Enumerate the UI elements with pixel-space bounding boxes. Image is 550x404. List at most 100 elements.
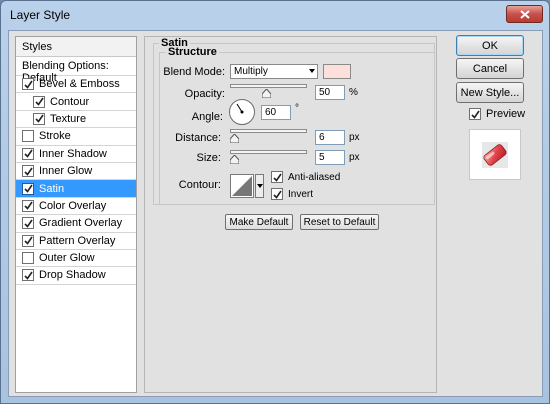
opacity-unit: %	[349, 87, 358, 98]
style-item[interactable]: Texture	[16, 111, 136, 129]
style-item-label: Drop Shadow	[39, 269, 106, 282]
size-slider[interactable]	[230, 150, 307, 154]
close-icon	[519, 9, 530, 19]
checkmark-icon	[23, 149, 33, 158]
style-item[interactable]: Outer Glow	[16, 250, 136, 268]
close-button[interactable]	[506, 5, 543, 23]
checkmark-icon	[272, 190, 282, 199]
styles-list: Styles Blending Options: Default Bevel &…	[15, 36, 137, 393]
size-input[interactable]	[315, 150, 345, 165]
satin-panel: Satin Structure Blend Mode: Multiply Opa…	[144, 36, 437, 393]
size-unit: px	[349, 152, 360, 163]
style-item[interactable]: Satin	[16, 180, 136, 198]
contour-dropdown[interactable]	[255, 174, 264, 198]
style-checkbox[interactable]	[33, 95, 45, 108]
checkmark-icon	[470, 110, 480, 119]
checkmark-icon	[23, 80, 33, 89]
anti-aliased-option[interactable]: Anti-aliased	[271, 171, 340, 183]
distance-input[interactable]	[315, 130, 345, 145]
chevron-down-icon	[257, 184, 263, 188]
style-item[interactable]: Bevel & Emboss	[16, 76, 136, 94]
angle-unit: °	[295, 103, 299, 114]
style-item[interactable]: Pattern Overlay	[16, 233, 136, 250]
style-checkbox[interactable]	[22, 165, 34, 178]
style-checkbox[interactable]	[22, 199, 34, 212]
style-checkbox[interactable]	[22, 182, 34, 195]
distance-label: Distance:	[175, 132, 221, 144]
style-checkbox[interactable]	[22, 78, 34, 91]
satin-color-swatch[interactable]	[323, 64, 351, 79]
style-item[interactable]: Gradient Overlay	[16, 215, 136, 233]
new-style-button[interactable]: New Style...	[456, 82, 524, 103]
style-item-label: Texture	[50, 112, 87, 125]
style-item[interactable]: Color Overlay	[16, 198, 136, 216]
preview-checkbox[interactable]	[469, 108, 481, 120]
styles-header[interactable]: Styles	[16, 37, 136, 57]
preview-option[interactable]: Preview	[469, 108, 525, 120]
style-item-label: Bevel & Emboss	[39, 78, 120, 91]
checkmark-icon	[23, 271, 33, 280]
blending-options-item[interactable]: Blending Options: Default	[16, 57, 136, 84]
distance-slider-thumb[interactable]	[230, 134, 239, 143]
opacity-slider-thumb[interactable]	[262, 89, 271, 98]
checkmark-icon	[272, 173, 282, 182]
blend-mode-label: Blend Mode:	[163, 66, 225, 78]
style-items: Bevel & Emboss Contour Texture Stroke Inner …	[16, 76, 136, 285]
style-item[interactable]: Stroke	[16, 128, 136, 146]
style-item-label: Pattern Overlay	[39, 234, 116, 247]
structure-group-title: Structure	[166, 46, 219, 58]
angle-input[interactable]	[261, 105, 291, 120]
angle-needle-icon	[236, 103, 244, 114]
preview-label: Preview	[486, 108, 526, 120]
size-slider-thumb[interactable]	[230, 155, 239, 164]
style-item[interactable]: Inner Glow	[16, 163, 136, 181]
window-title: Layer Style	[10, 8, 71, 22]
blend-mode-value: Multiply	[234, 66, 268, 77]
dialog-body: Styles Blending Options: Default Bevel &…	[8, 30, 543, 397]
opacity-slider[interactable]	[230, 84, 307, 88]
anti-aliased-label: Anti-aliased	[288, 171, 341, 183]
opacity-label: Opacity:	[184, 88, 225, 100]
distance-slider[interactable]	[230, 129, 307, 133]
style-item-label: Outer Glow	[39, 252, 95, 265]
checkmark-icon	[23, 167, 33, 176]
checkmark-icon	[23, 236, 33, 245]
style-checkbox[interactable]	[22, 269, 34, 282]
style-item-label: Satin	[39, 182, 65, 195]
style-item[interactable]: Contour	[16, 93, 136, 111]
style-checkbox[interactable]	[33, 112, 45, 125]
opacity-input[interactable]	[315, 85, 345, 100]
contour-label: Contour:	[178, 179, 221, 191]
style-checkbox[interactable]	[22, 217, 34, 230]
style-checkbox[interactable]	[22, 234, 34, 247]
invert-checkbox[interactable]	[271, 188, 283, 200]
checkmark-icon	[34, 97, 44, 106]
checkmark-icon	[23, 184, 33, 193]
contour-preview[interactable]	[230, 174, 254, 198]
contour-curve-icon	[232, 176, 252, 196]
style-item-label: Stroke	[39, 130, 71, 143]
distance-unit: px	[349, 132, 360, 143]
angle-label: Angle:	[191, 111, 223, 123]
style-preview-thumbnail	[469, 129, 521, 180]
size-label: Size:	[196, 152, 221, 164]
reset-to-default-button[interactable]: Reset to Default	[300, 214, 379, 230]
chevron-down-icon	[309, 69, 315, 73]
style-item[interactable]: Inner Shadow	[16, 146, 136, 163]
style-preview-icon	[482, 141, 508, 168]
checkmark-icon	[23, 219, 33, 228]
style-item[interactable]: Drop Shadow	[16, 267, 136, 285]
checkmark-icon	[34, 115, 44, 124]
anti-aliased-checkbox[interactable]	[271, 171, 283, 183]
style-item-label: Gradient Overlay	[39, 217, 123, 230]
invert-option[interactable]: Invert	[271, 188, 313, 200]
ok-button[interactable]: OK	[456, 35, 524, 56]
style-checkbox[interactable]	[22, 130, 34, 143]
cancel-button[interactable]: Cancel	[456, 58, 524, 79]
blend-mode-select[interactable]: Multiply	[230, 64, 318, 79]
angle-dial[interactable]	[229, 99, 255, 125]
style-checkbox[interactable]	[22, 252, 34, 265]
style-checkbox[interactable]	[22, 147, 34, 160]
make-default-button[interactable]: Make Default	[225, 214, 293, 230]
invert-label: Invert	[288, 188, 314, 200]
